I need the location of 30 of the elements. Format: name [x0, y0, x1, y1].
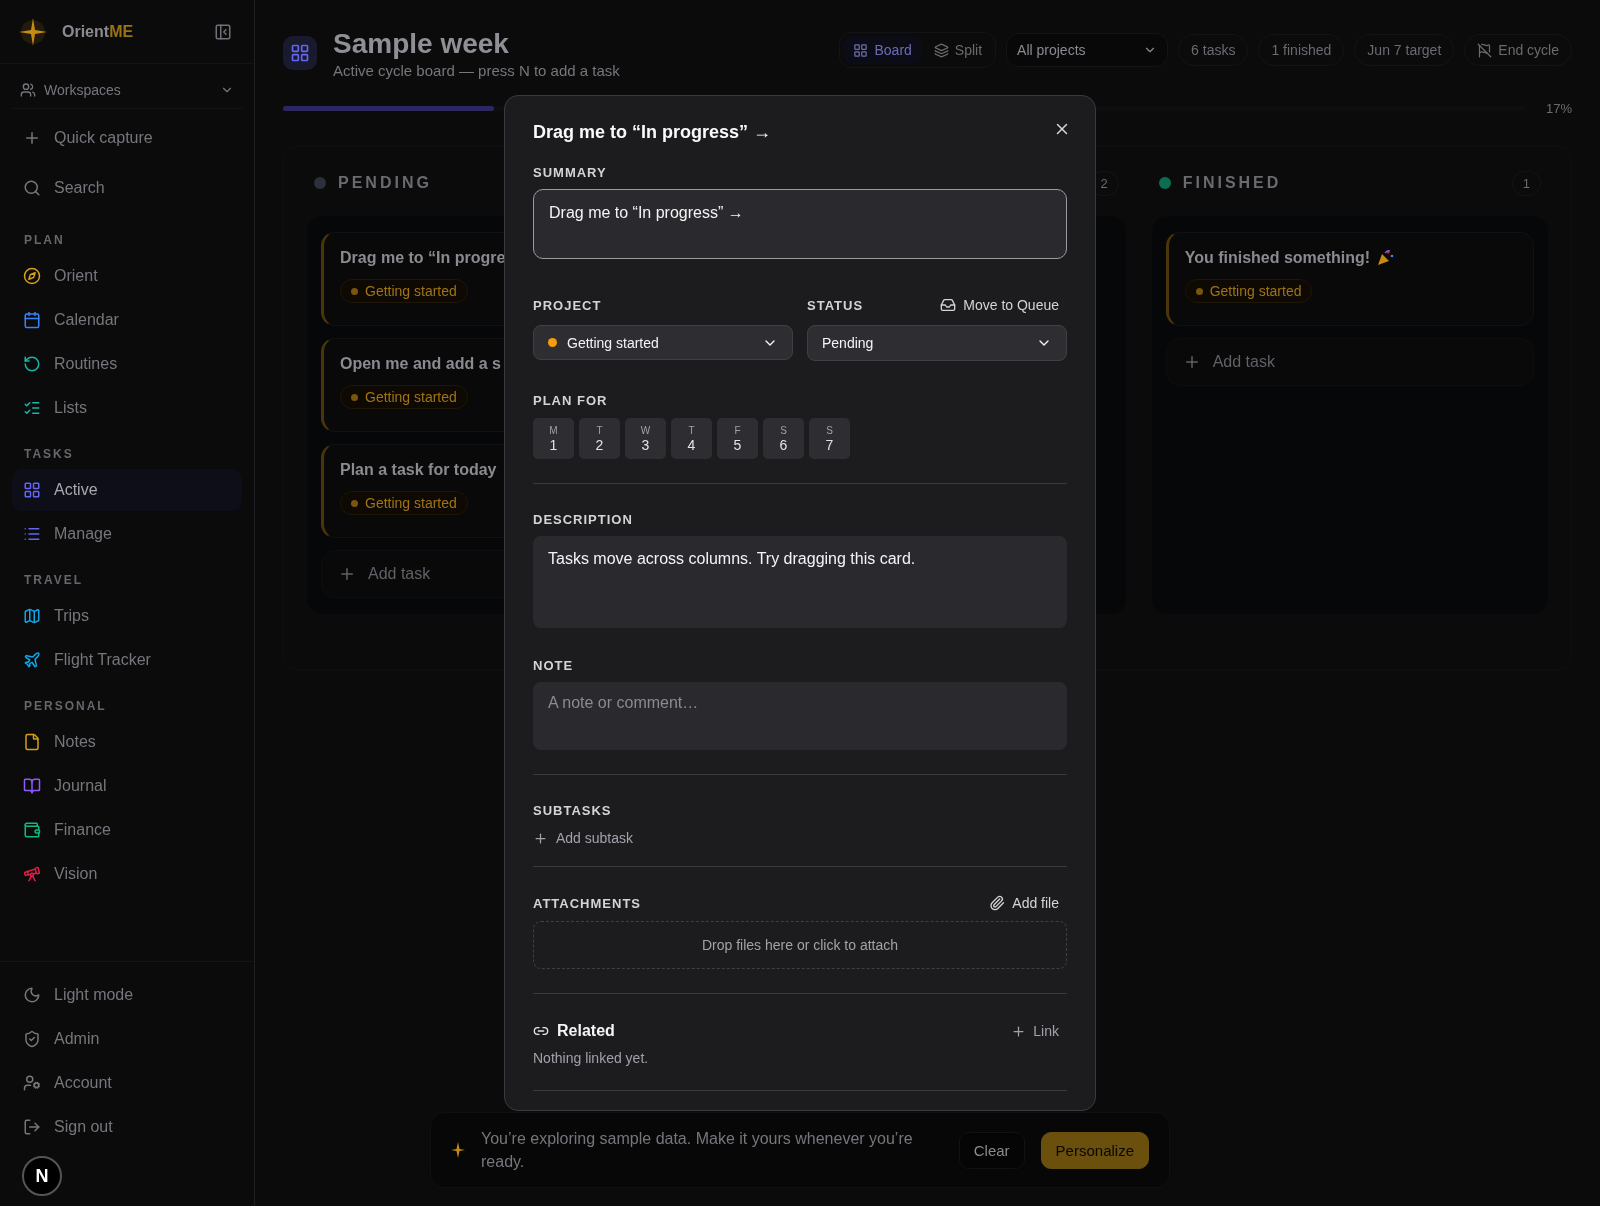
- field-label: PROJECT: [533, 297, 602, 313]
- section-title: PLAN: [24, 233, 66, 247]
- section-title: TRAVEL: [24, 573, 85, 587]
- project-tag: Getting started: [340, 279, 468, 303]
- field-label: DESCRIPTION: [533, 512, 634, 527]
- column-title: FINISHED: [1182, 174, 1283, 192]
- section-title: TASKS: [24, 447, 75, 461]
- dialog-title: Drag me to “In progress” →: [533, 122, 773, 143]
- page-subtitle: Active cycle board — press N to add a task: [333, 62, 620, 79]
- page-title: Sample week: [333, 28, 510, 60]
- banner-text: You’re exploring sample data. Make it yours whenever you’re ready.: [481, 1129, 914, 1172]
- card-title: Plan a task for today: [340, 461, 497, 479]
- card-title: Drag me to “In progre: [340, 249, 506, 267]
- project-tag: Getting started: [340, 385, 468, 409]
- brand-name: OrientME: [62, 22, 135, 41]
- section-title: Related: [557, 1022, 615, 1040]
- column-title: PENDING: [338, 174, 433, 192]
- empty-message: Nothing linked yet.: [533, 1050, 650, 1066]
- field-label: SUMMARY: [533, 165, 608, 180]
- field-label: ATTACHMENTS: [533, 895, 641, 911]
- project-tag: Getting started: [340, 491, 468, 515]
- project-tag: Getting started: [1184, 279, 1313, 303]
- field-label: NOTE: [533, 658, 575, 673]
- field-label: SUBTASKS: [533, 803, 613, 818]
- field-label: STATUS: [807, 297, 864, 313]
- card-title: Open me and add a s: [340, 355, 501, 373]
- section-title: PERSONAL: [24, 699, 108, 713]
- field-label: PLAN FOR: [533, 393, 609, 408]
- progress-reading: 17%: [1545, 101, 1572, 116]
- card-title: You finished something!: [1184, 249, 1371, 267]
